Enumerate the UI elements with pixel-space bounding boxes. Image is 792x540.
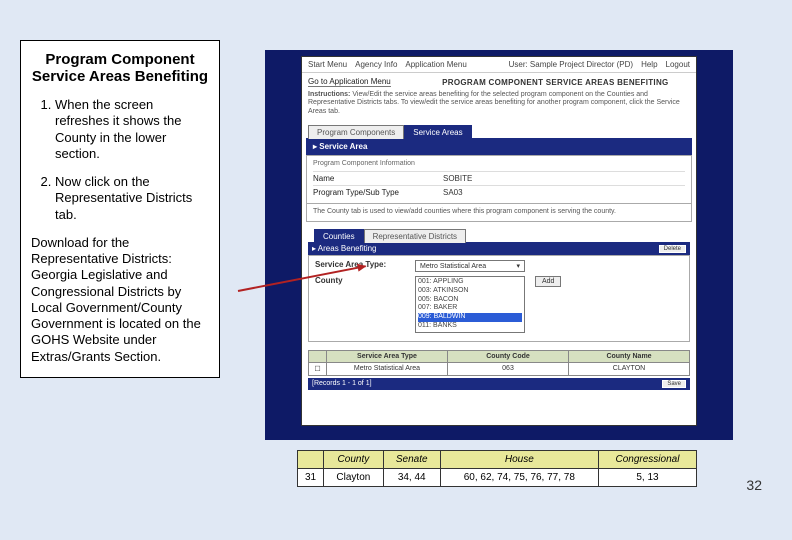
- pci-type-value: SA03: [443, 188, 463, 197]
- nav-application-menu[interactable]: Application Menu: [405, 60, 466, 69]
- page-number: 32: [746, 477, 762, 493]
- nav-start-menu[interactable]: Start Menu: [308, 60, 347, 69]
- county-option[interactable]: 001: APPLING: [418, 278, 522, 287]
- tab-representative-districts[interactable]: Representative Districts: [364, 229, 466, 243]
- outer-tabs: Program Components Service Areas: [302, 124, 696, 138]
- tab-counties[interactable]: Counties: [314, 229, 364, 243]
- nav-logout[interactable]: Logout: [666, 60, 690, 69]
- steps-list: When the screen refreshes it shows the C…: [31, 97, 209, 223]
- program-component-info: Program Component Information Name SOBIT…: [306, 155, 692, 204]
- panel-title: Program Component Service Areas Benefiti…: [31, 51, 209, 85]
- service-area-table: Service Area Type County Code County Nam…: [308, 350, 690, 376]
- delete-button[interactable]: Delete: [659, 245, 686, 253]
- app-window: Start Menu Agency Info Application Menu …: [301, 56, 697, 426]
- th-service-area-type: Service Area Type: [327, 351, 448, 362]
- th-county-name: County Name: [569, 351, 689, 362]
- th-index: [298, 451, 324, 469]
- row-checkbox[interactable]: ☐: [309, 363, 327, 375]
- areas-band-label: Areas Benefiting: [318, 244, 377, 253]
- county-option[interactable]: 003: ATKINSON: [418, 287, 522, 296]
- service-area-band-label: Service Area: [319, 142, 367, 151]
- service-area-type-select[interactable]: Metro Statistical Area ▾: [415, 260, 525, 272]
- th-congressional: Congressional: [598, 451, 696, 469]
- county-option[interactable]: 005: BACON: [418, 296, 522, 305]
- slide: Program Component Service Areas Benefiti…: [0, 0, 792, 540]
- step-1: When the screen refreshes it shows the C…: [55, 97, 209, 162]
- cell-county: Clayton: [324, 469, 384, 487]
- inner-tabs: Counties Representative Districts: [314, 228, 690, 242]
- instruction-panel: Program Component Service Areas Benefiti…: [20, 40, 220, 378]
- save-button[interactable]: Save: [662, 380, 686, 388]
- nav-help[interactable]: Help: [641, 60, 657, 69]
- pci-header: Program Component Information: [313, 160, 685, 167]
- row-county-name: CLAYTON: [569, 363, 689, 375]
- table-row: 31 Clayton 34, 44 60, 62, 74, 75, 76, 77…: [298, 469, 697, 487]
- service-area-type-value: Metro Statistical Area: [420, 263, 486, 270]
- pci-name-value: SOBITE: [443, 174, 472, 183]
- th-county: County: [324, 451, 384, 469]
- county-option[interactable]: 009: BALDWIN: [418, 313, 522, 322]
- app-title-row: Go to Application Menu PROGRAM COMPONENT…: [302, 73, 696, 89]
- instructions-body: View/Edit the service areas benefiting f…: [308, 91, 680, 115]
- th-checkbox: [309, 351, 327, 362]
- th-county-code: County Code: [448, 351, 569, 362]
- table-row: ☐ Metro Statistical Area 063 CLAYTON: [309, 363, 689, 375]
- add-button[interactable]: Add: [535, 276, 561, 287]
- cell-congressional: 5, 13: [598, 469, 696, 487]
- nav-user-label: User: Sample Project Director (PD): [509, 60, 633, 69]
- county-option[interactable]: 007: BAKER: [418, 304, 522, 313]
- tab-service-areas[interactable]: Service Areas: [404, 125, 471, 139]
- pci-type-label: Program Type/Sub Type: [313, 188, 443, 197]
- instructions-label: Instructions:: [308, 91, 350, 98]
- th-house: House: [440, 451, 598, 469]
- app-screenshot: Start Menu Agency Info Application Menu …: [265, 50, 733, 440]
- instructions-text: Instructions: View/Edit the service area…: [302, 89, 696, 124]
- download-note: Download for the Representative District…: [31, 235, 209, 365]
- app-top-nav: Start Menu Agency Info Application Menu …: [302, 57, 696, 73]
- county-option[interactable]: 011: BANKS: [418, 322, 522, 331]
- row-service-area-type: Metro Statistical Area: [327, 363, 448, 375]
- chevron-down-icon: ▾: [516, 262, 520, 270]
- row-county-code: 063: [448, 363, 569, 375]
- records-count: [Records 1 - 1 of 1]: [312, 380, 372, 387]
- cell-senate: 34, 44: [383, 469, 440, 487]
- cell-house: 60, 62, 74, 75, 76, 77, 78: [440, 469, 598, 487]
- cell-index: 31: [298, 469, 324, 487]
- page-title: PROGRAM COMPONENT SERVICE AREAS BENEFITI…: [421, 78, 690, 87]
- pci-name-label: Name: [313, 174, 443, 183]
- nav-agency-info[interactable]: Agency Info: [355, 60, 397, 69]
- go-to-app-menu-link[interactable]: Go to Application Menu: [308, 77, 391, 87]
- districts-table: County Senate House Congressional 31 Cla…: [297, 450, 697, 487]
- county-listbox[interactable]: 001: APPLING 003: ATKINSON 005: BACON 00…: [415, 276, 525, 333]
- areas-benefiting-band: ▸ Areas Benefiting Delete: [308, 242, 690, 255]
- county-label: County: [315, 276, 415, 285]
- tab-program-components[interactable]: Program Components: [308, 125, 404, 139]
- records-bar: [Records 1 - 1 of 1] Save: [308, 378, 690, 390]
- county-note: The County tab is used to view/add count…: [306, 204, 692, 222]
- step-2: Now click on the Representative District…: [55, 174, 209, 223]
- th-senate: Senate: [383, 451, 440, 469]
- service-area-band: ▸ Service Area: [306, 138, 692, 155]
